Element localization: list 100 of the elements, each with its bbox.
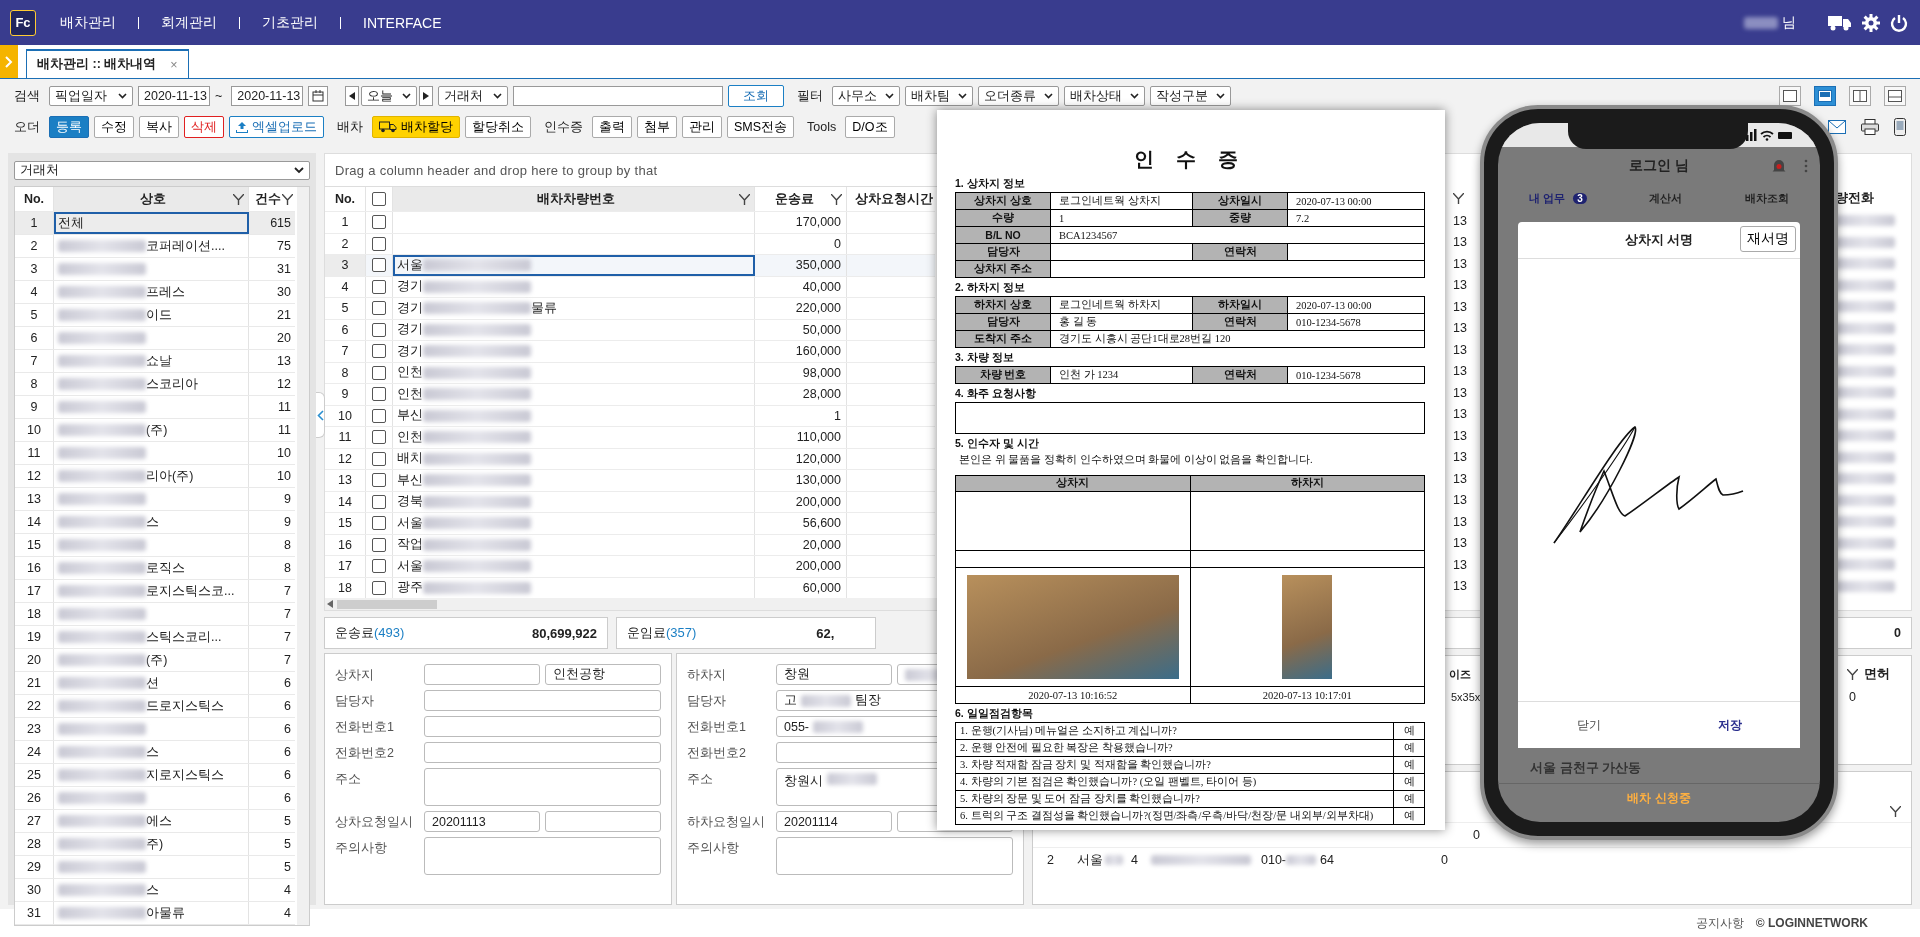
- dispatch-row[interactable]: 8 인천 98,000: [325, 362, 935, 384]
- row-checkbox[interactable]: [372, 473, 386, 488]
- select-all-checkbox[interactable]: [372, 192, 386, 206]
- logo[interactable]: Fc: [10, 9, 36, 36]
- column-header[interactable]: 면허: [1864, 665, 1890, 683]
- client-row[interactable]: 7 쇼날 13: [15, 350, 295, 373]
- client-row[interactable]: 14 스 9: [15, 511, 295, 534]
- dispatch-row[interactable]: 17 서울 200,000: [325, 556, 935, 578]
- filter-icon[interactable]: [282, 193, 293, 205]
- toolbar-button[interactable]: 등록: [49, 116, 89, 138]
- client-row[interactable]: 27 에스 5: [15, 810, 295, 833]
- client-row[interactable]: 3 31: [15, 258, 295, 281]
- row-checkbox[interactable]: [372, 559, 386, 574]
- toolbar-button[interactable]: 첨부: [637, 116, 677, 138]
- dispatch-row[interactable]: 10 부신 1: [325, 405, 935, 427]
- power-icon[interactable]: [1890, 13, 1908, 32]
- input-field[interactable]: [424, 742, 661, 763]
- row-checkbox[interactable]: [372, 408, 386, 423]
- dispatch-row[interactable]: 6 경기 50,000: [325, 319, 935, 341]
- client-row[interactable]: 20 (주) 7: [15, 649, 295, 672]
- row-checkbox[interactable]: [372, 258, 386, 273]
- client-row[interactable]: 30 스 4: [15, 879, 295, 902]
- dispatch-row[interactable]: 4 경기 40,000: [325, 276, 935, 298]
- collapse-panel-button[interactable]: [316, 392, 325, 438]
- dispatch-row[interactable]: 1 170,000: [325, 212, 935, 234]
- column-header[interactable]: 건수: [249, 190, 295, 208]
- client-type-dropdown[interactable]: 거래처: [438, 86, 509, 106]
- layout-button[interactable]: [1884, 86, 1906, 106]
- input-field[interactable]: [545, 811, 661, 832]
- filter-icon[interactable]: [1453, 192, 1464, 204]
- dispatch-row[interactable]: 14 경북 200,000: [325, 491, 935, 513]
- client-row[interactable]: 5 이드 21: [15, 304, 295, 327]
- column-header[interactable]: 배차차량번호: [393, 187, 755, 211]
- row-checkbox[interactable]: [372, 322, 386, 337]
- input-field[interactable]: 창원: [776, 664, 892, 685]
- filter-dropdown[interactable]: 작성구분: [1150, 86, 1232, 106]
- filter-icon[interactable]: [831, 193, 842, 205]
- toolbar-button[interactable]: 출력: [592, 116, 632, 138]
- toolbar-button[interactable]: 할당취소: [465, 116, 531, 138]
- column-header[interactable]: 상차요청시간: [847, 187, 935, 211]
- column-header[interactable]: 상호: [54, 187, 249, 211]
- row-checkbox[interactable]: [372, 215, 386, 230]
- client-row[interactable]: 11 10: [15, 442, 295, 465]
- column-header[interactable]: 이즈: [1449, 662, 1483, 686]
- date-type-dropdown[interactable]: 픽업일자: [49, 86, 133, 106]
- input-field[interactable]: [424, 664, 540, 685]
- client-row[interactable]: 23 6: [15, 718, 295, 741]
- toolbar-button[interactable]: 관리: [682, 116, 722, 138]
- filter-dropdown[interactable]: 배차상태: [1064, 86, 1146, 106]
- layout-button[interactable]: [1849, 86, 1871, 106]
- column-header[interactable]: 운송료: [755, 187, 847, 211]
- settings-icon[interactable]: [1862, 13, 1880, 32]
- date-from-field[interactable]: 2020-11-13: [138, 86, 210, 106]
- scrollbar[interactable]: [297, 187, 309, 925]
- client-row[interactable]: 12 리아(주) 10: [15, 465, 295, 488]
- client-row[interactable]: 18 7: [15, 603, 295, 626]
- client-row[interactable]: 2 코퍼레이션.... 75: [15, 235, 295, 258]
- dispatch-row[interactable]: 3 서울 350,000: [325, 255, 935, 277]
- client-row[interactable]: 26 6: [15, 787, 295, 810]
- input-field[interactable]: [424, 716, 661, 737]
- client-row[interactable]: 17 로지스틱스코... 7: [15, 580, 295, 603]
- mobile-phone-icon[interactable]: [1894, 118, 1906, 136]
- client-row[interactable]: 16 로직스 8: [15, 557, 295, 580]
- client-row[interactable]: 22 드로지스틱스 6: [15, 695, 295, 718]
- dispatch-row[interactable]: 11 인천 110,000: [325, 427, 935, 449]
- nav-menu-item[interactable]: INTERFACE: [363, 14, 464, 31]
- notice-link[interactable]: 공지사항: [1695, 914, 1744, 932]
- client-row[interactable]: 21 션 6: [15, 672, 295, 695]
- row-checkbox[interactable]: [372, 430, 386, 445]
- client-row[interactable]: 25 지로지스틱스 6: [15, 764, 295, 787]
- input-field[interactable]: 20201114: [776, 811, 892, 832]
- toolbar-button[interactable]: SMS전송: [727, 116, 795, 138]
- dispatch-row[interactable]: 13 부신 130,000: [325, 470, 935, 492]
- dispatch-row[interactable]: 12 배치 120,000: [325, 448, 935, 470]
- truck-icon[interactable]: [1828, 13, 1852, 32]
- client-row[interactable]: 8 스코리아 12: [15, 373, 295, 396]
- row-checkbox[interactable]: [372, 301, 386, 316]
- row-checkbox[interactable]: [372, 537, 386, 552]
- toolbar-button[interactable]: 엑셀업로드: [229, 116, 324, 138]
- layout-button[interactable]: [1779, 86, 1801, 106]
- resign-button[interactable]: 재서명: [1740, 226, 1796, 252]
- period-dropdown[interactable]: 오늘: [361, 86, 418, 106]
- calendar-button[interactable]: [308, 86, 329, 106]
- client-row[interactable]: 10 (주) 11: [15, 419, 295, 442]
- toolbar-button[interactable]: 삭제: [184, 116, 224, 138]
- app-tab[interactable]: 내 업무 3: [1529, 192, 1587, 206]
- mail-icon[interactable]: [1828, 120, 1846, 134]
- row-checkbox[interactable]: [372, 451, 386, 466]
- row-checkbox[interactable]: [372, 580, 386, 595]
- layout-button[interactable]: [1814, 86, 1836, 106]
- row-checkbox[interactable]: [372, 516, 386, 531]
- client-row[interactable]: 1 전체 615: [15, 212, 295, 235]
- filter-dropdown[interactable]: 사무소: [832, 86, 901, 106]
- client-row[interactable]: 31 아물류 4: [15, 902, 295, 925]
- date-to-field[interactable]: 2020-11-13: [231, 86, 304, 106]
- app-tab[interactable]: 계산서: [1649, 192, 1683, 206]
- toolbar-button[interactable]: 배차할당: [372, 116, 460, 138]
- printer-icon[interactable]: [1861, 119, 1879, 135]
- client-row[interactable]: 28 주) 5: [15, 833, 295, 856]
- column-header[interactable]: No.: [325, 187, 366, 211]
